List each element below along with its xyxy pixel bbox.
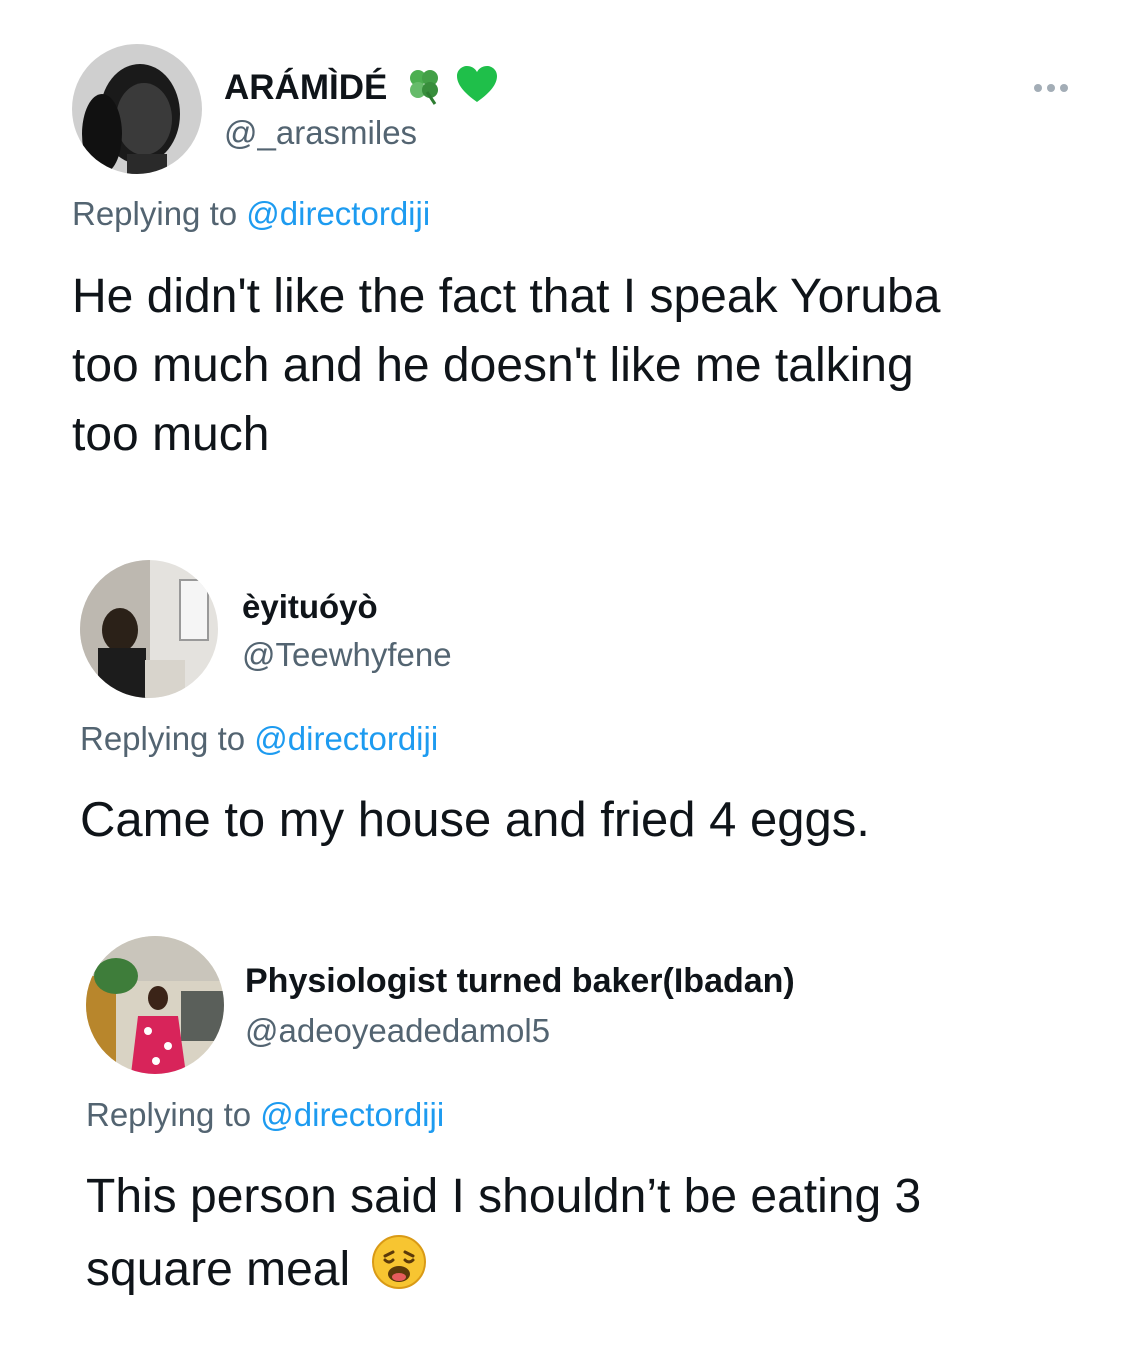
display-name[interactable]: Physiologist turned baker(Ibadan)	[245, 962, 795, 1001]
green-heart-icon	[455, 64, 499, 115]
avatar[interactable]	[86, 936, 224, 1074]
avatar[interactable]	[80, 560, 218, 698]
tweet-text: Came to my house and fried 4 eggs.	[80, 785, 870, 855]
display-name[interactable]: ARÁMÌDÉ	[224, 64, 499, 115]
display-name-text[interactable]: ARÁMÌDÉ	[224, 68, 387, 107]
more-dots-icon[interactable]	[1034, 84, 1068, 92]
tweet-text-fragment: square meal	[86, 1243, 351, 1296]
tweet-text-line: too much	[72, 408, 270, 461]
tweet-text-line-last: square meal	[86, 1233, 921, 1311]
avatar-photo	[80, 560, 218, 698]
reply-prefix: Replying to	[86, 1096, 252, 1133]
tweet-text-line: He didn't like the fact that I speak Yor…	[72, 270, 941, 323]
tweet-text-line: too much and he doesn't like me talking	[72, 339, 914, 392]
reply-mention-link[interactable]: @directordiji	[246, 195, 430, 232]
handle[interactable]: @Teewhyfene	[242, 636, 452, 674]
replying-to: Replying to @directordiji	[86, 1096, 444, 1134]
display-name[interactable]: èyituóyò	[242, 588, 378, 626]
handle[interactable]: @adeoyeadedamol5	[245, 1012, 550, 1050]
tweet-3[interactable]: Physiologist turned baker(Ibadan) @adeoy…	[0, 920, 1125, 1340]
reply-mention-link[interactable]: @directordiji	[254, 720, 438, 757]
tweet-text: He didn't like the fact that I speak Yor…	[72, 262, 940, 469]
handle[interactable]: @_arasmiles	[224, 114, 417, 152]
tweet-text: This person said I shouldn’t be eating 3…	[86, 1160, 921, 1311]
avatar-photo	[72, 44, 202, 174]
tweet-2[interactable]: èyituóyò @Teewhyfene Replying to @direct…	[0, 540, 1125, 910]
reply-prefix: Replying to	[72, 195, 238, 232]
replying-to: Replying to @directordiji	[80, 720, 438, 758]
tweet-text-line: This person said I shouldn’t be eating 3	[86, 1170, 922, 1223]
replying-to: Replying to @directordiji	[72, 195, 430, 233]
four-leaf-clover-icon	[403, 64, 445, 115]
tweet-1[interactable]: ARÁMÌDÉ @_arasmiles Replying to @directo…	[0, 0, 1125, 500]
avatar-photo	[86, 936, 224, 1074]
weary-face-icon	[371, 1234, 427, 1311]
tweet-text-line: Came to my house and fried 4 eggs.	[80, 793, 870, 847]
reply-mention-link[interactable]: @directordiji	[260, 1096, 444, 1133]
avatar[interactable]	[72, 44, 202, 174]
reply-prefix: Replying to	[80, 720, 246, 757]
